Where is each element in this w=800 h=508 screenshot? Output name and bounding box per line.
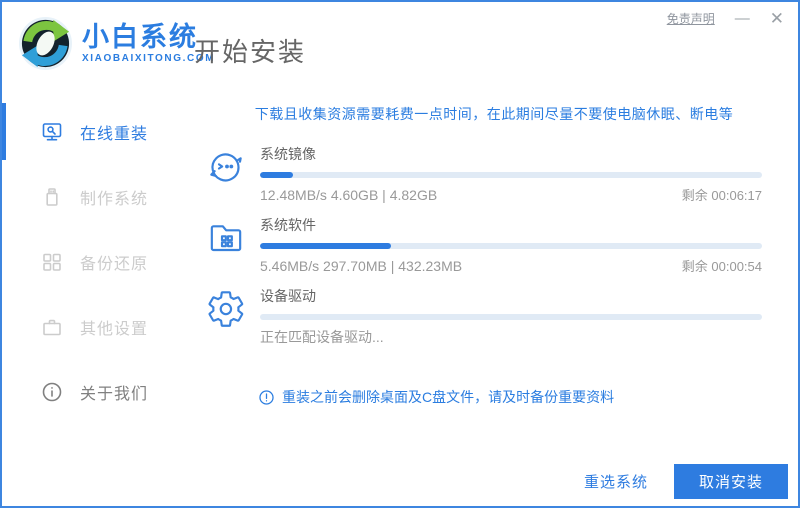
task-remaining-time: 剩余 00:06:17 [681, 188, 762, 203]
progress-bar [260, 314, 762, 320]
task-status: 12.48MB/s 4.60GB | 4.82GB [260, 187, 438, 203]
task-row-system-software: 系统软件 5.46MB/s 297.70MB | 432.23MB 剩余 00:… [206, 215, 762, 275]
task-remaining-time: 剩余 00:00:54 [681, 259, 762, 274]
task-status: 正在匹配设备驱动... [260, 329, 384, 345]
footer-actions: 重选系统 取消安装 [584, 464, 788, 499]
close-button[interactable]: ✕ [770, 10, 784, 27]
task-name: 设备驱动 [260, 288, 316, 304]
minimize-button[interactable]: — [735, 11, 750, 26]
brand: 小白系统 XIAOBAIXITONG.COM [18, 16, 215, 71]
sidebar-item-about-us[interactable]: 关于我们 [2, 359, 190, 424]
app-window: 免责声明 — ✕ 小白系统 XIAOBAIXITONG.COM 开始安装 在线重… [0, 0, 800, 508]
main-content: 下载且收集资源需要耗费一点时间，在此期间尽量不要使电脑休眠、断电等 系统镜像 1… [190, 85, 798, 506]
backup-warning: 重装之前会删除桌面及C盘文件，请及时备份重要资料 [258, 387, 614, 407]
sidebar-item-label: 关于我们 [80, 385, 149, 403]
progress-bar [260, 243, 762, 249]
sidebar-item-label: 备份还原 [80, 255, 149, 273]
sidebar-item-other-settings[interactable]: 其他设置 [2, 294, 190, 359]
alert-circle-icon [258, 389, 275, 406]
progress-bar-fill [260, 172, 293, 178]
disclaimer-link[interactable]: 免责声明 [667, 10, 715, 27]
progress-bar [260, 172, 762, 178]
sidebar-item-label: 其他设置 [80, 320, 149, 338]
page-title: 开始安装 [194, 37, 307, 67]
task-status: 5.46MB/s 297.70MB | 432.23MB [260, 258, 463, 274]
mascot-face-icon [206, 147, 246, 187]
task-list: 系统镜像 12.48MB/s 4.60GB | 4.82GB 剩余 00:06:… [206, 144, 762, 347]
sidebar-item-backup-restore[interactable]: 备份还原 [2, 229, 190, 294]
gear-icon [206, 289, 246, 329]
folder-apps-icon [206, 218, 246, 258]
usb-drive-icon [40, 185, 64, 209]
cancel-install-button[interactable]: 取消安装 [674, 464, 788, 499]
backup-warning-text: 重装之前会删除桌面及C盘文件，请及时备份重要资料 [282, 389, 615, 405]
sidebar: 在线重装 制作系统 备份还原 其他设置 关于我们 [2, 85, 190, 424]
task-name: 系统软件 [260, 217, 316, 233]
task-name: 系统镜像 [260, 146, 316, 162]
backup-grid-icon [40, 250, 64, 274]
task-row-device-driver: 设备驱动 正在匹配设备驱动... [206, 286, 762, 347]
monitor-search-icon [40, 120, 64, 144]
app-logo-icon [18, 16, 73, 71]
titlebar: 免责声明 — ✕ [667, 10, 784, 27]
sidebar-item-online-reinstall[interactable]: 在线重装 [2, 99, 190, 164]
progress-bar-fill [260, 243, 391, 249]
sidebar-item-make-system[interactable]: 制作系统 [2, 164, 190, 229]
download-notice: 下载且收集资源需要耗费一点时间，在此期间尽量不要使电脑休眠、断电等 [254, 106, 734, 122]
sidebar-item-label: 制作系统 [80, 190, 149, 208]
sidebar-item-label: 在线重装 [80, 125, 149, 143]
task-row-system-image: 系统镜像 12.48MB/s 4.60GB | 4.82GB 剩余 00:06:… [206, 144, 762, 204]
reselect-system-button[interactable]: 重选系统 [584, 471, 648, 492]
info-circle-icon [40, 380, 64, 404]
briefcase-icon [40, 315, 64, 339]
